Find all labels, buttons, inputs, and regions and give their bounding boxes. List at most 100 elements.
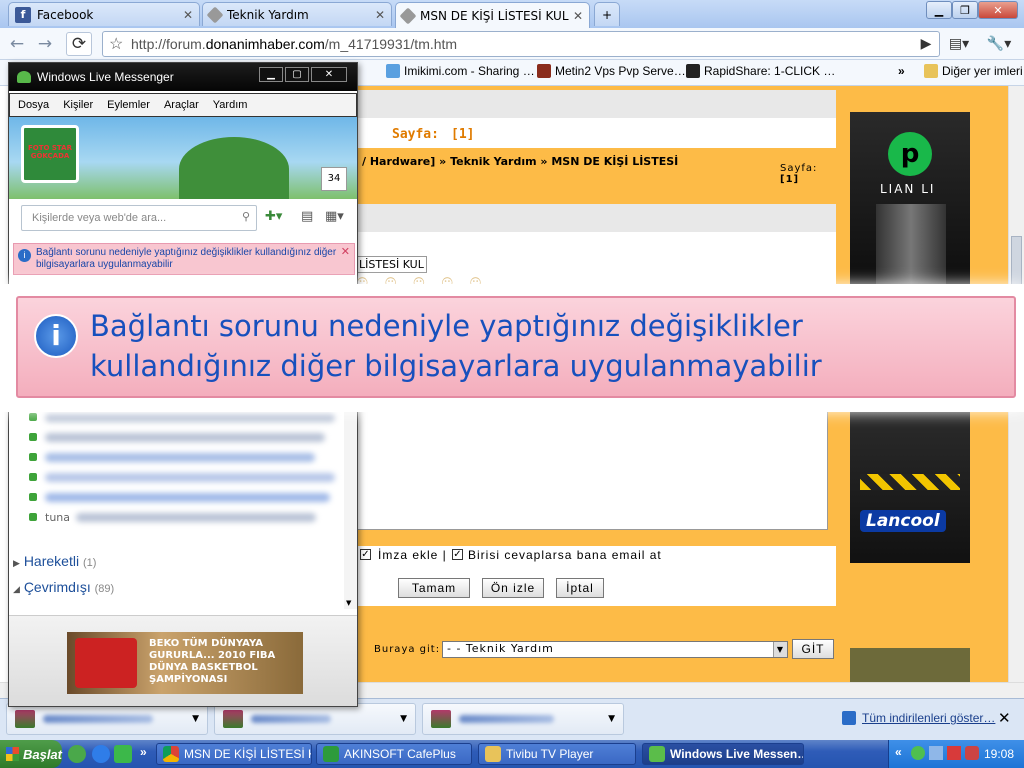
menu-kisiler[interactable]: Kişiler xyxy=(63,99,93,111)
back-button[interactable]: ← xyxy=(4,32,30,56)
minimize-button[interactable]: ▁ xyxy=(926,1,952,19)
tray-app-icon[interactable] xyxy=(965,746,979,760)
forum-jump-select[interactable]: - - Teknik Yardım ▼ xyxy=(442,641,788,658)
download-item[interactable]: ▼ xyxy=(214,703,416,735)
contact-list-scrollbar[interactable]: ▼ xyxy=(344,403,357,609)
menu-yardim[interactable]: Yardım xyxy=(213,99,248,111)
download-item[interactable]: ▼ xyxy=(422,703,624,735)
tab-teknik-yardim[interactable]: Teknik Yardım ✕ xyxy=(202,2,392,26)
close-icon[interactable]: ✕ xyxy=(573,9,583,23)
new-tab-button[interactable]: + xyxy=(594,2,620,26)
breadcrumb: / Hardware] » Teknik Yardım » MSN DE KİŞ… xyxy=(356,148,836,204)
taskbar-item-tivibu[interactable]: Tivibu TV Player xyxy=(478,743,636,765)
star-icon[interactable]: ☆ xyxy=(109,34,123,54)
tab-facebook[interactable]: f Facebook ✕ xyxy=(8,2,200,26)
list-item[interactable]: tuna xyxy=(9,507,345,527)
list-item[interactable] xyxy=(9,487,345,507)
mail-count-badge[interactable]: 34 xyxy=(321,167,347,191)
start-button[interactable]: Başlat xyxy=(0,740,62,768)
close-icon[interactable]: ✕ xyxy=(341,246,350,258)
list-item[interactable] xyxy=(9,467,345,487)
wrench-icon[interactable]: 🔧▾ xyxy=(986,32,1012,56)
add-contact-icon[interactable]: ✚▾ xyxy=(265,209,282,224)
messenger-close-button[interactable]: ✕ xyxy=(311,67,347,82)
preview-button[interactable]: Ön izle xyxy=(482,578,544,598)
taskbar-item-cafeplus[interactable]: AKINSOFT CafePlus xyxy=(316,743,472,765)
signature-checkbox[interactable]: ✓ xyxy=(360,549,371,560)
menu-eylemler[interactable]: Eylemler xyxy=(107,99,150,111)
chevron-down-icon[interactable]: ▼ xyxy=(608,714,615,724)
messenger-quick-icon[interactable] xyxy=(114,745,132,763)
browser-toolbar: ← → ⟳ ☆ http://forum. donanimhaber.com/m_… xyxy=(0,28,1024,60)
system-tray: « 19:08 xyxy=(888,740,1024,768)
group-hareketli[interactable]: ▶ Hareketli (1) xyxy=(13,553,96,569)
maximize-button[interactable]: ❐ xyxy=(952,1,978,19)
address-bar[interactable]: ☆ http://forum. donanimhaber.com/m_417199… xyxy=(102,31,940,57)
lancool-ad[interactable]: Lancool xyxy=(850,412,970,563)
breadcrumb-link[interactable]: Teknik Yardım xyxy=(450,155,536,168)
chevron-down-icon[interactable]: ▼ xyxy=(192,714,199,724)
scrollbar-thumb[interactable] xyxy=(1011,236,1022,286)
close-icon[interactable]: ✕ xyxy=(375,8,385,22)
messenger-tray-icon[interactable] xyxy=(911,746,925,760)
metin2-icon xyxy=(537,64,551,78)
list-item[interactable] xyxy=(9,427,345,447)
quicklaunch-icon[interactable] xyxy=(68,745,86,763)
fiba-logo-icon xyxy=(75,638,137,688)
sidebar-ad-3[interactable] xyxy=(850,648,970,682)
messenger-maximize-button[interactable]: ▢ xyxy=(285,67,309,82)
bookmark-rapidshare[interactable]: RapidShare: 1-CLICK … xyxy=(686,64,835,78)
go-arrow-icon[interactable]: ▶ xyxy=(913,32,939,56)
messenger-menu-bar: Dosya Kişiler Eylemler Araçlar Yardım xyxy=(9,93,357,117)
chevron-down-icon[interactable]: ▼ xyxy=(346,599,351,607)
show-all-downloads-link[interactable]: Tüm indirilenleri göster… xyxy=(842,711,995,725)
contact-list: tuna xyxy=(9,407,345,533)
download-item[interactable]: ▼ xyxy=(6,703,208,735)
bookmark-imikimi[interactable]: Imikimi.com - Sharing … xyxy=(386,64,535,78)
tab-msn-kisi-listesi[interactable]: MSN DE KİŞİ LİSTESİ KULL… ✕ xyxy=(395,2,590,28)
bookmark-metin2[interactable]: Metin2 Vps Pvp Serve… xyxy=(537,64,686,78)
notify-checkbox[interactable]: ✓ xyxy=(452,549,463,560)
go-button[interactable]: GİT xyxy=(792,639,834,659)
close-icon[interactable]: ✕ xyxy=(183,8,193,22)
ie-icon[interactable] xyxy=(92,745,110,763)
search-icon[interactable]: ⚲ xyxy=(242,210,250,223)
taskbar-item-chrome[interactable]: MSN DE KİŞİ LİSTESİ KU… xyxy=(156,743,312,765)
contact-search-input[interactable]: Kişilerde veya web'de ara... ⚲ xyxy=(21,205,257,231)
tivibu-icon xyxy=(485,746,501,762)
messenger-banner: FOTO STAR GÖKÇADA 34 xyxy=(9,117,357,199)
group-cevrimdisi[interactable]: ◢ Çevrimdışı (89) xyxy=(13,579,114,595)
tray-expand-icon[interactable]: « xyxy=(895,745,902,759)
chevron-down-icon[interactable]: ▼ xyxy=(773,642,787,657)
messenger-minimize-button[interactable]: ▁ xyxy=(259,67,283,82)
antivirus-icon[interactable] xyxy=(947,746,961,760)
quicklaunch-overflow[interactable]: » xyxy=(140,745,147,759)
cancel-button[interactable]: İptal xyxy=(556,578,604,598)
page-icon xyxy=(399,7,417,24)
taskbar-item-messenger[interactable]: Windows Live Messen… xyxy=(642,743,804,765)
list-item[interactable] xyxy=(9,447,345,467)
subject-field[interactable]: LİSTESİ KUL xyxy=(356,256,427,273)
options-menu-icon[interactable]: ▦▾ xyxy=(325,209,344,224)
menu-dosya[interactable]: Dosya xyxy=(18,99,49,111)
close-window-button[interactable]: ✕ xyxy=(978,1,1018,19)
layout-icon[interactable]: ▤ xyxy=(301,209,313,224)
lianli-ad[interactable]: p LIAN LI xyxy=(850,112,970,284)
page-menu-icon[interactable]: ▤▾ xyxy=(946,32,972,56)
forward-button[interactable]: → xyxy=(32,32,58,56)
windows-taskbar: Başlat » MSN DE KİŞİ LİSTESİ KU… AKINSOF… xyxy=(0,740,1024,768)
submit-button[interactable]: Tamam xyxy=(398,578,470,598)
browser-tab-strip: f Facebook ✕ Teknik Yardım ✕ MSN DE KİŞİ… xyxy=(0,0,1024,28)
reload-button[interactable]: ⟳ xyxy=(66,32,92,56)
bookmarks-overflow-button[interactable]: » xyxy=(898,64,905,78)
magnified-warning-banner: i Bağlantı sorunu nedeniyle yaptığınız d… xyxy=(16,296,1016,398)
menu-araclar[interactable]: Araçlar xyxy=(164,99,199,111)
network-icon[interactable] xyxy=(929,746,943,760)
beko-ad-banner[interactable]: BEKO TÜM DÜNYAYA GURURLA... 2010 FIBA DÜ… xyxy=(67,632,303,694)
message-textarea[interactable] xyxy=(356,412,828,530)
chevron-down-icon[interactable]: ▼ xyxy=(400,714,407,724)
user-avatar[interactable]: FOTO STAR GÖKÇADA xyxy=(21,125,79,183)
other-bookmarks-folder[interactable]: Diğer yer imleri xyxy=(924,64,1023,78)
reply-header-band xyxy=(356,204,836,232)
close-downloads-button[interactable]: ✕ xyxy=(998,709,1011,727)
